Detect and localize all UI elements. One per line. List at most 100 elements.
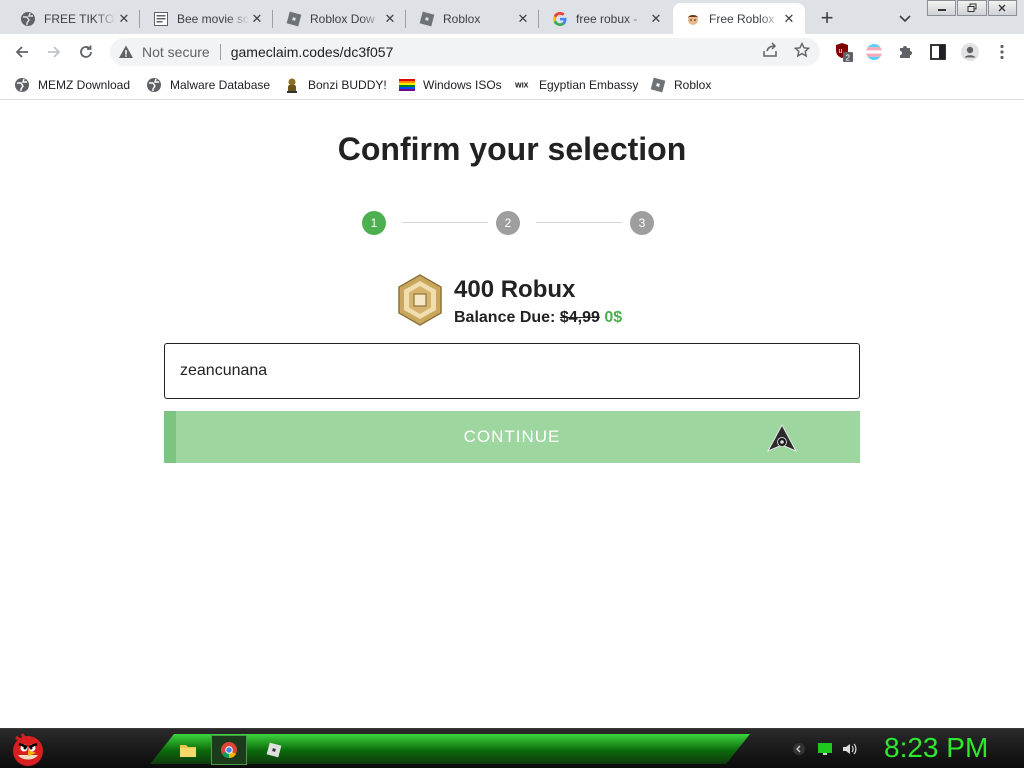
puzzle-icon — [900, 46, 912, 58]
product-name: 400 Robux — [454, 276, 576, 303]
tray-volume[interactable] — [840, 740, 858, 758]
back-arrow-icon — [15, 46, 28, 58]
restore-button[interactable] — [957, 0, 987, 16]
trans-flag-icon — [866, 44, 882, 60]
profile-button[interactable] — [960, 42, 980, 62]
bookmark-bonzi-buddy[interactable]: Bonzi BUDDY! — [284, 75, 387, 95]
username-input[interactable] — [164, 343, 860, 399]
wix-icon: WIX — [515, 77, 531, 93]
tab-free-robux-search[interactable]: free robux - ✕ — [540, 3, 672, 34]
forward-button[interactable] — [42, 40, 66, 64]
close-window-button[interactable] — [987, 0, 1017, 16]
roblox-icon — [266, 742, 282, 758]
bookmark-memz-download[interactable]: MEMZ Download — [14, 75, 130, 95]
taskbar-explorer[interactable] — [170, 735, 206, 765]
tab-title: Free Roblox — [709, 11, 775, 26]
taskbar: 8:23 PM — [0, 728, 1024, 768]
url-text[interactable]: gameclaim.codes/dc3f057 — [231, 44, 394, 60]
minimize-button[interactable] — [927, 0, 957, 16]
globe-icon — [20, 11, 36, 27]
address-bar[interactable]: Not secure gameclaim.codes/dc3f057 — [110, 38, 820, 66]
bookmark-egyptian-embassy[interactable]: WIX Egyptian Embassy — [515, 75, 638, 95]
bookmark-roblox[interactable]: Roblox — [650, 75, 711, 95]
balance-label: Balance Due: — [454, 309, 556, 326]
tab-roblox-download[interactable]: Roblox Dow ✕ — [274, 3, 406, 34]
angry-bird-start-icon[interactable] — [8, 729, 48, 769]
tab-title: Roblox Dow — [310, 11, 375, 26]
bookmark-star-button[interactable] — [792, 40, 812, 60]
share-button[interactable] — [760, 40, 780, 60]
tab-roblox[interactable]: Roblox ✕ — [407, 3, 539, 34]
mouse-cursor-icon — [766, 423, 798, 453]
google-icon — [552, 11, 568, 27]
taskbar-chrome[interactable] — [211, 735, 247, 765]
globe-icon — [146, 77, 162, 93]
browser-menu-button[interactable] — [992, 42, 1012, 62]
tab-title: free robux - — [576, 11, 638, 26]
bookmark-label: Roblox — [674, 78, 712, 92]
close-icon[interactable]: ✕ — [515, 11, 531, 27]
page-content: Confirm your selection 1 2 3 400 Robux B… — [0, 101, 1024, 728]
stepper-connector — [402, 222, 488, 223]
bookmark-windows-isos[interactable]: Windows ISOs — [399, 75, 502, 95]
minimize-icon — [937, 9, 946, 11]
roblox-icon — [419, 11, 435, 27]
tab-title: Roblox — [443, 11, 481, 26]
chevron-left-icon — [793, 743, 805, 755]
star-icon — [794, 42, 810, 58]
extensions-button[interactable] — [896, 42, 916, 62]
tray-network[interactable] — [816, 740, 834, 758]
bonzi-icon — [284, 77, 300, 93]
new-price: 0$ — [604, 309, 623, 326]
page-title: Confirm your selection — [337, 131, 687, 167]
tab-title: FREE TIKTOK — [44, 11, 116, 26]
new-tab-button[interactable]: + — [815, 5, 839, 30]
close-icon[interactable]: ✕ — [116, 11, 132, 27]
tab-search-button[interactable] — [893, 6, 917, 30]
side-panel-button[interactable] — [928, 42, 948, 62]
bookmark-label: Malware Database — [170, 78, 271, 92]
tab-free-roblox[interactable]: Free Roblox ✕ — [673, 3, 805, 34]
avatar-favicon-icon — [685, 11, 701, 27]
avatar-icon — [961, 43, 979, 61]
ublock-extension-button[interactable]: u2 — [834, 42, 854, 62]
tab-free-tiktok[interactable]: FREE TIKTOK ✕ — [8, 3, 140, 34]
taskbar-roblox[interactable] — [256, 735, 292, 765]
close-icon — [998, 4, 1006, 12]
bookmark-label: Bonzi BUDDY! — [308, 78, 387, 92]
tab-strip: FREE TIKTOK ✕ Bee movie sc ✕ Roblox Dow … — [0, 0, 1024, 34]
back-button[interactable] — [10, 40, 34, 64]
chrome-icon — [221, 742, 237, 759]
browser-toolbar: Not secure gameclaim.codes/dc3f057 u2 — [0, 34, 1024, 70]
stepper-connector — [536, 222, 622, 223]
tab-separator — [538, 10, 539, 28]
not-secure-label[interactable]: Not secure — [142, 44, 210, 60]
extension-badge: 2 — [846, 54, 851, 63]
close-icon[interactable]: ✕ — [648, 11, 664, 27]
continue-button[interactable]: CONTINUE — [164, 411, 860, 463]
tab-bee-movie[interactable]: Bee movie sc ✕ — [141, 3, 273, 34]
warning-triangle-icon[interactable] — [118, 44, 134, 60]
globe-icon — [14, 77, 30, 93]
reload-button[interactable] — [74, 40, 98, 64]
bookmark-label: Windows ISOs — [423, 78, 502, 92]
tray-chevron[interactable] — [790, 740, 808, 758]
shield-icon: u2 — [836, 43, 853, 63]
taskbar-clock[interactable]: 8:23 PM — [884, 732, 988, 764]
share-icon — [763, 42, 777, 57]
tab-title: Bee movie sc — [177, 11, 249, 26]
bookmark-malware-database[interactable]: Malware Database — [146, 75, 270, 95]
robux-coin-icon — [398, 274, 442, 326]
svg-text:u: u — [839, 48, 843, 55]
close-icon[interactable]: ✕ — [781, 11, 797, 27]
flag-extension-button[interactable] — [864, 42, 884, 62]
roblox-icon — [286, 11, 302, 27]
close-icon[interactable]: ✕ — [249, 11, 265, 27]
restore-icon — [967, 3, 977, 12]
chevron-down-icon — [899, 15, 911, 23]
roblox-icon — [650, 77, 666, 93]
close-icon[interactable]: ✕ — [382, 11, 398, 27]
step-2: 2 — [496, 211, 520, 235]
reload-icon — [80, 45, 92, 58]
product-summary: 400 Robux Balance Due: $4,99 0$ — [395, 274, 695, 334]
